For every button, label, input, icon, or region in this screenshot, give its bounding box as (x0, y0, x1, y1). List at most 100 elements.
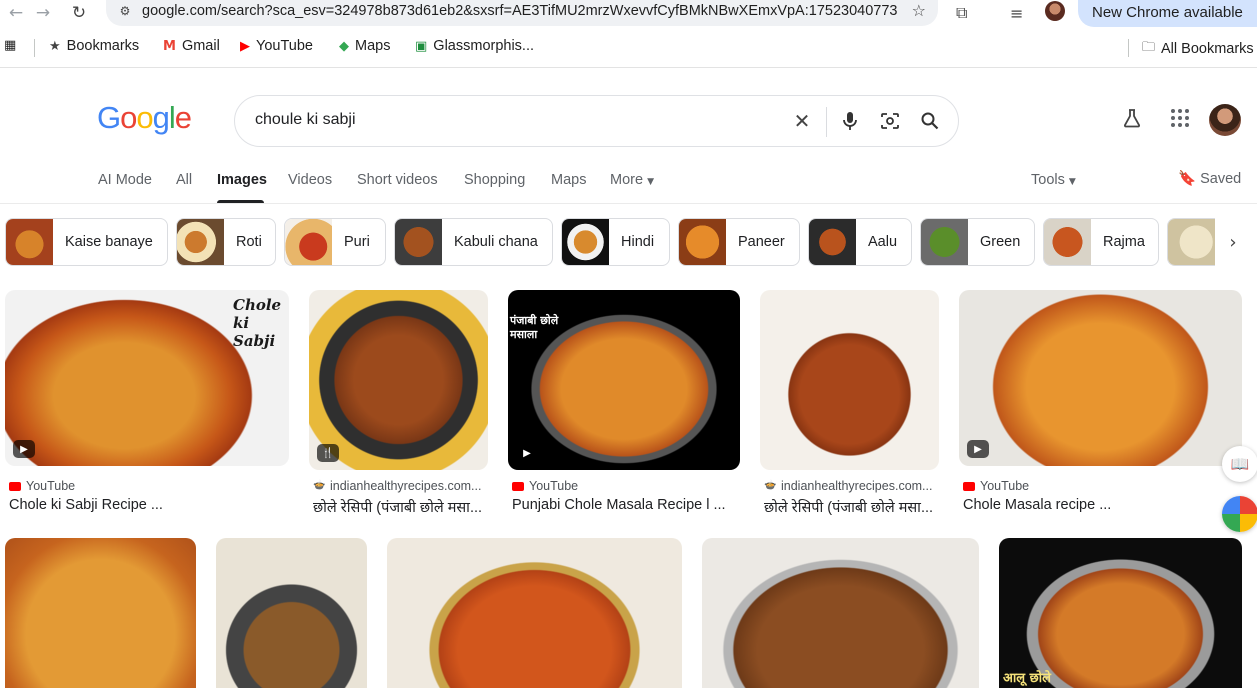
lens-icon[interactable] (878, 109, 902, 133)
tab-short-videos[interactable]: Short videos (357, 172, 438, 188)
labs-flask-icon[interactable] (1122, 108, 1142, 133)
image-result[interactable] (5, 538, 196, 688)
logo-letter: o (136, 100, 153, 135)
chip-roti[interactable]: Roti (176, 218, 276, 266)
all-bookmarks[interactable]: 🗀 All Bookmarks (1142, 38, 1254, 60)
result-thumbnail[interactable]: पंजाबी छोले मसाला ▶ (508, 290, 740, 470)
result-thumbnail[interactable]: आलू छोले (999, 538, 1242, 688)
chip-rajma[interactable]: Rajma (1043, 218, 1159, 266)
bookmark-gmail[interactable]: M Gmail (163, 38, 220, 54)
media-queue-icon[interactable]: ≡ (1010, 2, 1023, 24)
chip-paneer[interactable]: Paneer (678, 218, 800, 266)
image-result[interactable]: Chole ki Sabji ▶ YouTube Chole ki Sabji … (5, 290, 289, 520)
result-thumbnail[interactable] (5, 538, 196, 688)
result-title[interactable]: Chole Masala recipe ... (963, 497, 1242, 513)
chip-thumbnail (395, 219, 442, 265)
extensions-icon[interactable]: ⧉ (956, 2, 967, 24)
image-result[interactable]: ▶ YouTube Chole Masala recipe ... (959, 290, 1242, 520)
tab-all[interactable]: All (176, 172, 192, 188)
bookmark-icon: 🔖 (1178, 171, 1197, 187)
image-result[interactable]: पंजाबी छोले मसाला ▶ YouTube Punjabi Chol… (508, 290, 740, 520)
result-thumbnail[interactable] (387, 538, 682, 688)
bookmark-bookmarks[interactable]: ★ Bookmarks (49, 38, 139, 54)
result-title[interactable]: छोले रेसिपी (पंजाबी छोले मसा... (313, 497, 489, 517)
search-box[interactable]: choule ki sabji ✕ (234, 95, 959, 147)
recipe-icon: 🍴 (317, 444, 339, 462)
chip-kabuli-chana[interactable]: Kabuli chana (394, 218, 553, 266)
chip-thumbnail (1044, 219, 1091, 265)
bookmark-youtube[interactable]: ▶ YouTube (240, 38, 313, 54)
apps-grid-icon[interactable]: ▦ (4, 38, 22, 53)
result-thumbnail[interactable]: Chole ki Sabji ▶ (5, 290, 289, 466)
search-input[interactable]: choule ki sabji (255, 111, 356, 129)
chip-thumbnail (921, 219, 968, 265)
result-source[interactable]: 🍲 indianhealthyrecipes.com... (764, 479, 932, 493)
tab-videos[interactable]: Videos (288, 172, 332, 188)
google-apps-icon[interactable] (1170, 108, 1190, 133)
result-source[interactable]: YouTube (963, 479, 1029, 493)
result-thumbnail[interactable]: 🍴 (309, 290, 488, 470)
tabs-divider (0, 203, 1257, 204)
microphone-icon[interactable] (838, 109, 862, 133)
bookmark-star-icon[interactable]: ☆ (912, 1, 926, 20)
google-logo[interactable]: Google (97, 100, 192, 136)
chip-label: Paneer (738, 234, 785, 250)
search-icon[interactable] (918, 109, 942, 133)
image-result[interactable] (387, 538, 682, 688)
bookmark-glassmorphism[interactable]: ▣ Glassmorphis... (415, 38, 534, 54)
image-result[interactable]: 🍴 🍲 indianhealthyrecipes.com... छोले रेसि… (309, 290, 488, 520)
chip-label: Roti (236, 234, 262, 250)
result-thumbnail[interactable]: ▶ (959, 290, 1242, 466)
profile-avatar-small[interactable] (1045, 1, 1065, 21)
chip-thumbnail (285, 219, 332, 265)
chip-green[interactable]: Green (920, 218, 1035, 266)
tab-images[interactable]: Images (217, 172, 267, 188)
youtube-icon (963, 481, 975, 491)
tab-more[interactable]: More ▼ (610, 172, 654, 188)
result-thumbnail[interactable] (702, 538, 979, 688)
chip-label: Hindi (621, 234, 655, 250)
address-url[interactable]: google.com/search?sca_esv=324978b873d61e… (142, 3, 898, 19)
saved-button[interactable]: 🔖 Saved (1178, 170, 1241, 187)
site-info-icon[interactable]: ⚙ (114, 4, 136, 18)
chip-partial[interactable] (1167, 218, 1215, 266)
chip-hindi[interactable]: Hindi (561, 218, 670, 266)
reload-icon[interactable]: ↻ (67, 2, 91, 24)
back-arrow-icon[interactable]: ← (4, 2, 28, 24)
search-divider (826, 107, 827, 137)
youtube-icon (9, 481, 21, 491)
result-thumbnail[interactable] (216, 538, 367, 688)
result-source[interactable]: YouTube (9, 479, 75, 493)
result-title[interactable]: Chole ki Sabji Recipe ... (9, 497, 289, 513)
address-bar[interactable]: ⚙ google.com/search?sca_esv=324978b873d6… (106, 0, 938, 26)
chip-aalu[interactable]: Aalu (808, 218, 912, 266)
extension-icon[interactable] (1222, 496, 1257, 532)
image-result[interactable] (702, 538, 979, 688)
chip-thumbnail (809, 219, 856, 265)
tab-shopping[interactable]: Shopping (464, 172, 525, 188)
caret-down-icon: ▼ (647, 177, 654, 187)
chevron-right-icon[interactable]: › (1222, 230, 1244, 254)
result-source[interactable]: 🍲 indianhealthyrecipes.com... (313, 479, 481, 493)
result-source[interactable]: YouTube (512, 479, 578, 493)
reading-mode-icon[interactable]: 📖 (1222, 446, 1257, 482)
chip-kaise-banaye[interactable]: Kaise banaye (5, 218, 168, 266)
glass-icon: ▣ (415, 38, 428, 54)
tools-button[interactable]: Tools ▼ (1031, 172, 1076, 188)
clear-icon[interactable]: ✕ (790, 109, 814, 133)
chrome-update-button[interactable]: New Chrome available (1078, 0, 1257, 27)
image-result[interactable] (216, 538, 367, 688)
chip-puri[interactable]: Puri (284, 218, 386, 266)
bookmark-label: Gmail (181, 38, 220, 54)
account-avatar[interactable] (1209, 104, 1241, 136)
tab-maps[interactable]: Maps (551, 172, 586, 188)
bookmark-maps[interactable]: ◆ Maps (339, 38, 390, 54)
image-caption: Chole ki Sabji (233, 296, 282, 350)
image-result[interactable]: 🍲 indianhealthyrecipes.com... छोले रेसिपी… (760, 290, 939, 520)
forward-arrow-icon[interactable]: → (31, 2, 55, 24)
tab-ai-mode[interactable]: AI Mode (98, 172, 152, 188)
result-thumbnail[interactable] (760, 290, 939, 470)
image-result[interactable]: आलू छोले (999, 538, 1242, 688)
result-title[interactable]: Punjabi Chole Masala Recipe l ... (512, 497, 740, 513)
result-title[interactable]: छोले रेसिपी (पंजाबी छोले मसा... (764, 497, 940, 517)
